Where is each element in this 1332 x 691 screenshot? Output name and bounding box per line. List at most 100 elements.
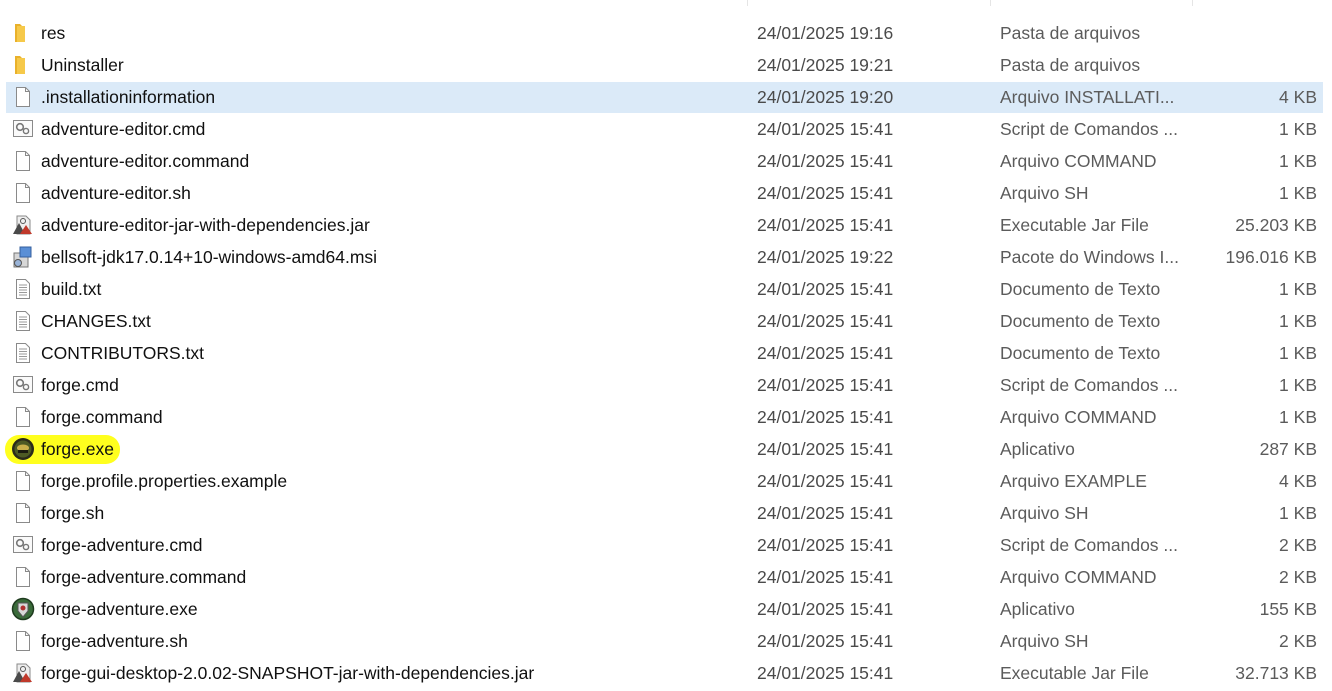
- file-row-15[interactable]: forge.sh 24/01/2025 15:41 Arquivo SH 1 K…: [0, 497, 1332, 529]
- file-row-16[interactable]: forge-adventure.cmd 24/01/2025 15:41 Scr…: [0, 529, 1332, 561]
- file-date: 24/01/2025 19:16: [757, 23, 894, 43]
- file-date: 24/01/2025 15:41: [757, 151, 894, 171]
- file-date: 24/01/2025 15:41: [757, 503, 894, 523]
- file-name: .installationinformation: [41, 87, 216, 107]
- file-name: build.txt: [41, 279, 102, 299]
- file-icon: [11, 501, 35, 525]
- file-type: Arquivo COMMAND: [1000, 567, 1157, 587]
- cmd-script-icon: [11, 117, 35, 141]
- file-date: 24/01/2025 15:41: [757, 439, 894, 459]
- file-size: 25.203 KB: [1235, 215, 1317, 235]
- file-icon: [11, 405, 35, 429]
- file-row-18[interactable]: forge-adventure.exe 24/01/2025 15:41 Apl…: [0, 593, 1332, 625]
- cmd-script-icon: [11, 533, 35, 557]
- file-row-17[interactable]: forge-adventure.command 24/01/2025 15:41…: [0, 561, 1332, 593]
- file-size: 1 KB: [1279, 407, 1317, 427]
- file-date: 24/01/2025 15:41: [757, 343, 894, 363]
- file-row-19[interactable]: forge-adventure.sh 24/01/2025 15:41 Arqu…: [0, 625, 1332, 657]
- file-size: 1 KB: [1279, 119, 1317, 139]
- file-icon: [11, 629, 35, 653]
- file-size: 1 KB: [1279, 279, 1317, 299]
- file-row-1[interactable]: Uninstaller 24/01/2025 19:21 Pasta de ar…: [0, 49, 1332, 81]
- file-name: adventure-editor-jar-with-dependencies.j…: [41, 215, 370, 235]
- file-name: res: [41, 23, 66, 43]
- file-type: Script de Comandos ...: [1000, 375, 1178, 395]
- file-name: Uninstaller: [41, 55, 124, 75]
- file-type: Documento de Texto: [1000, 279, 1161, 299]
- file-name: forge-adventure.exe: [41, 599, 198, 619]
- file-list: res 24/01/2025 19:16 Pasta de arquivos U…: [0, 17, 1332, 689]
- column-divider[interactable]: [747, 0, 748, 6]
- file-type: Arquivo SH: [1000, 183, 1089, 203]
- file-icon: [11, 181, 35, 205]
- file-size: 2 KB: [1279, 631, 1317, 651]
- file-type: Pacote do Windows I...: [1000, 247, 1179, 267]
- file-type: Arquivo COMMAND: [1000, 151, 1157, 171]
- text-file-icon: [11, 277, 35, 301]
- column-divider[interactable]: [1192, 0, 1193, 6]
- file-name: adventure-editor.sh: [41, 183, 191, 203]
- cmd-script-icon: [11, 373, 35, 397]
- file-date: 24/01/2025 15:41: [757, 183, 894, 203]
- text-file-icon: [11, 341, 35, 365]
- file-size: 1 KB: [1279, 343, 1317, 363]
- file-row-7[interactable]: bellsoft-jdk17.0.14+10-windows-amd64.msi…: [0, 241, 1332, 273]
- file-type: Arquivo SH: [1000, 631, 1089, 651]
- file-size: 1 KB: [1279, 375, 1317, 395]
- file-type: Executable Jar File: [1000, 215, 1149, 235]
- file-size: 4 KB: [1279, 471, 1317, 491]
- file-name: adventure-editor.command: [41, 151, 250, 171]
- file-name: forge.command: [41, 407, 163, 427]
- text-file-icon: [11, 309, 35, 333]
- file-row-20[interactable]: forge-gui-desktop-2.0.02-SNAPSHOT-jar-wi…: [0, 657, 1332, 689]
- file-size: 1 KB: [1279, 503, 1317, 523]
- file-type: Documento de Texto: [1000, 311, 1161, 331]
- file-date: 24/01/2025 15:41: [757, 663, 894, 683]
- file-row-9[interactable]: CHANGES.txt 24/01/2025 15:41 Documento d…: [0, 305, 1332, 337]
- file-row-2[interactable]: .installationinformation 24/01/2025 19:2…: [0, 81, 1332, 113]
- file-size: 32.713 KB: [1235, 663, 1317, 683]
- column-divider[interactable]: [990, 0, 991, 6]
- file-row-4[interactable]: adventure-editor.command 24/01/2025 15:4…: [0, 145, 1332, 177]
- file-date: 24/01/2025 15:41: [757, 599, 894, 619]
- file-name: forge-gui-desktop-2.0.02-SNAPSHOT-jar-wi…: [41, 663, 535, 683]
- file-type: Documento de Texto: [1000, 343, 1161, 363]
- file-name: forge.profile.properties.example: [41, 471, 288, 491]
- file-size: 4 KB: [1279, 87, 1317, 107]
- file-type: Arquivo SH: [1000, 503, 1089, 523]
- file-type: Script de Comandos ...: [1000, 535, 1178, 555]
- file-row-11[interactable]: forge.cmd 24/01/2025 15:41 Script de Com…: [0, 369, 1332, 401]
- file-name: CONTRIBUTORS.txt: [41, 343, 205, 363]
- file-row-10[interactable]: CONTRIBUTORS.txt 24/01/2025 15:41 Docume…: [0, 337, 1332, 369]
- file-row-3[interactable]: adventure-editor.cmd 24/01/2025 15:41 Sc…: [0, 113, 1332, 145]
- file-row-6[interactable]: adventure-editor-jar-with-dependencies.j…: [0, 209, 1332, 241]
- file-size: 1 KB: [1279, 151, 1317, 171]
- file-name: forge-adventure.cmd: [41, 535, 203, 555]
- file-date: 24/01/2025 15:41: [757, 631, 894, 651]
- folder-icon: [11, 21, 35, 45]
- file-size: 155 KB: [1259, 599, 1317, 619]
- file-date: 24/01/2025 15:41: [757, 215, 894, 235]
- file-row-0[interactable]: res 24/01/2025 19:16 Pasta de arquivos: [0, 17, 1332, 49]
- file-type: Arquivo INSTALLATI...: [1000, 87, 1175, 107]
- file-name: forge.exe: [41, 439, 114, 459]
- file-row-8[interactable]: build.txt 24/01/2025 15:41 Documento de …: [0, 273, 1332, 305]
- file-type: Executable Jar File: [1000, 663, 1149, 683]
- file-size: 2 KB: [1279, 567, 1317, 587]
- file-type: Arquivo EXAMPLE: [1000, 471, 1147, 491]
- file-name: bellsoft-jdk17.0.14+10-windows-amd64.msi: [41, 247, 378, 267]
- msi-package-icon: [11, 245, 35, 269]
- file-row-5[interactable]: adventure-editor.sh 24/01/2025 15:41 Arq…: [0, 177, 1332, 209]
- file-date: 24/01/2025 15:41: [757, 535, 894, 555]
- file-row-13[interactable]: forge.exe 24/01/2025 15:41 Aplicativo 28…: [0, 433, 1332, 465]
- file-row-14[interactable]: forge.profile.properties.example 24/01/2…: [0, 465, 1332, 497]
- file-date: 24/01/2025 19:21: [757, 55, 894, 75]
- file-row-12[interactable]: forge.command 24/01/2025 15:41 Arquivo C…: [0, 401, 1332, 433]
- file-date: 24/01/2025 15:41: [757, 471, 894, 491]
- file-size: 287 KB: [1259, 439, 1317, 459]
- file-name: adventure-editor.cmd: [41, 119, 206, 139]
- file-type: Script de Comandos ...: [1000, 119, 1178, 139]
- file-name: forge-adventure.command: [41, 567, 247, 587]
- file-date: 24/01/2025 15:41: [757, 119, 894, 139]
- forge-app-icon: [11, 437, 35, 461]
